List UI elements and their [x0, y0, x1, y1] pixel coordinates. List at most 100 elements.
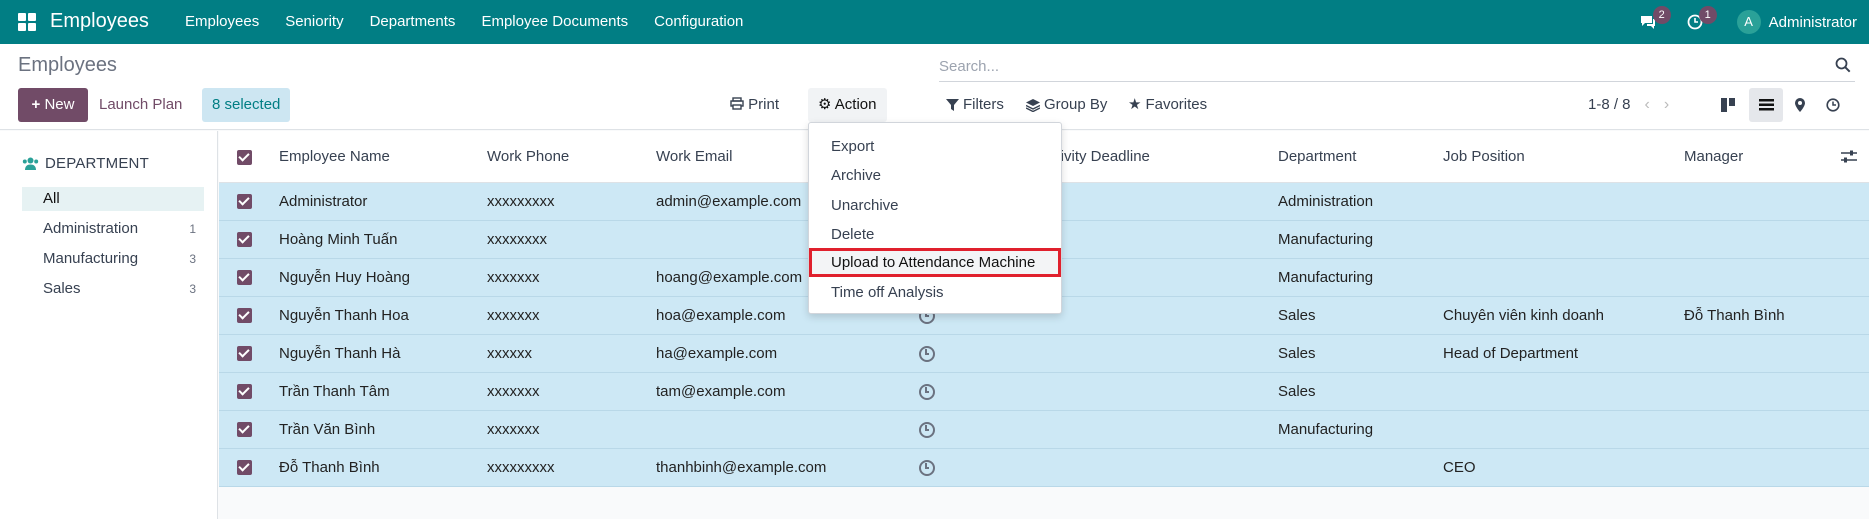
action-dropdown-menu: Export Archive Unarchive Delete Upload t…	[808, 122, 1062, 314]
systray: 2 1 A Administrator	[1609, 0, 1857, 44]
employee-name: Nguyễn Thanh Hà	[279, 345, 401, 362]
kanban-view-button[interactable]	[1711, 88, 1745, 122]
search-icon[interactable]	[1835, 57, 1851, 73]
filters-button[interactable]: Filters	[946, 88, 1004, 122]
menu-departments[interactable]: Departments	[357, 0, 469, 44]
layers-icon	[1026, 98, 1040, 112]
employee-name: Trần Văn Bình	[279, 421, 376, 438]
launch-plan-button[interactable]: Launch Plan	[99, 88, 182, 122]
sidebar-item-label: Manufacturing	[43, 250, 139, 267]
sidebar-item-label: Administration	[43, 220, 139, 237]
filters-label: Filters	[963, 96, 1004, 113]
department: Manufacturing	[1278, 231, 1374, 248]
table-row[interactable]: Trần Văn Bình xxxxxxx Manufacturing	[219, 411, 1869, 449]
pager-prev-icon[interactable]: ‹	[1645, 88, 1650, 122]
menu-item-export[interactable]: Export	[809, 132, 1061, 161]
new-button[interactable]: + New	[18, 88, 88, 122]
user-menu[interactable]: A Administrator	[1736, 0, 1857, 44]
pager: 1-8 / 8 ‹ ›	[1588, 88, 1669, 122]
action-button[interactable]: ⚙ Action	[808, 88, 887, 122]
menu-employees[interactable]: Employees	[172, 0, 272, 44]
row-checkbox[interactable]	[237, 194, 252, 209]
control-panel: Employees + New Launch Plan 8 selected P…	[0, 44, 1869, 130]
messages-tray[interactable]: 2	[1639, 0, 1671, 44]
row-checkbox[interactable]	[237, 308, 252, 323]
department: Manufacturing	[1278, 421, 1374, 438]
table-row[interactable]: Đỗ Thanh Bình xxxxxxxxx thanhbinh@exampl…	[219, 449, 1869, 487]
sidebar-item-count: 3	[189, 252, 196, 266]
activities-tray[interactable]: 1	[1687, 0, 1717, 44]
row-checkbox[interactable]	[237, 460, 252, 475]
sidebar-item-administration[interactable]: Administration 1	[22, 217, 204, 241]
employee-name: Hoàng Minh Tuấn	[279, 231, 398, 248]
sidebar-item-label: Sales	[43, 280, 81, 297]
menu-item-time-off-analysis[interactable]: Time off Analysis	[809, 278, 1061, 307]
row-checkbox[interactable]	[237, 346, 252, 361]
column-work-phone[interactable]: Work Phone	[487, 131, 569, 183]
selected-count[interactable]: 8 selected	[202, 88, 291, 122]
top-navbar: Employees Employees Seniority Department…	[0, 0, 1869, 44]
print-label: Print	[748, 96, 780, 113]
table-row[interactable]: Nguyễn Thanh Hà xxxxxx ha@example.com Sa…	[219, 335, 1869, 373]
avatar: A	[1736, 10, 1761, 34]
work-email: admin@example.com	[656, 193, 802, 210]
pager-value[interactable]: 1-8 / 8	[1588, 88, 1631, 122]
menu-item-archive[interactable]: Archive	[809, 161, 1061, 190]
menu-item-upload-attendance[interactable]: Upload to Attendance Machine	[809, 248, 1061, 277]
filter-icon	[946, 99, 959, 111]
menu-item-delete[interactable]: Delete	[809, 220, 1061, 249]
new-button-label: New	[44, 96, 75, 113]
activity-view-button[interactable]	[1816, 88, 1850, 122]
sidebar-item-all[interactable]: All	[22, 187, 204, 211]
pager-next-icon[interactable]: ›	[1664, 88, 1669, 122]
column-activity-deadline[interactable]: ctivity Deadline	[1049, 131, 1150, 183]
menu-configuration[interactable]: Configuration	[641, 0, 756, 44]
apps-menu-icon[interactable]	[18, 13, 36, 31]
work-email: tam@example.com	[656, 383, 786, 400]
activity-clock-icon[interactable]	[919, 460, 935, 476]
column-department[interactable]: Department	[1278, 131, 1356, 183]
sidebar-item-count: 3	[189, 282, 196, 296]
employee-name: Đỗ Thanh Bình	[279, 459, 380, 476]
activity-clock-icon[interactable]	[919, 384, 935, 400]
sidebar-item-sales[interactable]: Sales 3	[22, 277, 204, 301]
clock-icon	[1826, 98, 1840, 112]
group-by-button[interactable]: Group By	[1026, 88, 1107, 122]
select-all-checkbox[interactable]	[237, 150, 252, 165]
work-phone: xxxxxxx	[487, 269, 540, 286]
messages-badge: 2	[1652, 6, 1671, 24]
row-checkbox[interactable]	[237, 270, 252, 285]
print-button[interactable]: Print	[730, 88, 779, 122]
column-manager[interactable]: Manager	[1684, 131, 1743, 183]
map-view-button[interactable]	[1783, 88, 1817, 122]
row-checkbox[interactable]	[237, 384, 252, 399]
app-name[interactable]: Employees	[50, 10, 149, 33]
department-sidebar: DEPARTMENT All Administration 1 Manufact…	[0, 131, 218, 519]
favorites-button[interactable]: ★ Favorites	[1128, 88, 1207, 122]
sidebar-item-label: All	[43, 190, 60, 207]
work-phone: xxxxxxx	[487, 421, 540, 438]
row-checkbox[interactable]	[237, 232, 252, 247]
column-settings-icon[interactable]	[1841, 150, 1857, 164]
menu-item-unarchive[interactable]: Unarchive	[809, 191, 1061, 220]
sidebar-item-manufacturing[interactable]: Manufacturing 3	[22, 247, 204, 271]
users-icon	[22, 157, 39, 170]
search-bar	[939, 52, 1855, 82]
table-row[interactable]: Trần Thanh Tâm xxxxxxx tam@example.com S…	[219, 373, 1869, 411]
row-checkbox[interactable]	[237, 422, 252, 437]
column-job-position[interactable]: Job Position	[1443, 131, 1525, 183]
search-input[interactable]	[939, 52, 1819, 80]
menu-seniority[interactable]: Seniority	[272, 0, 356, 44]
page-title: Employees	[18, 54, 117, 76]
activity-clock-icon[interactable]	[919, 346, 935, 362]
job-position: CEO	[1443, 459, 1476, 476]
work-email: hoa@example.com	[656, 307, 786, 324]
column-employee-name[interactable]: Employee Name	[279, 131, 390, 183]
menu-employee-documents[interactable]: Employee Documents	[468, 0, 641, 44]
sidebar-header-label: DEPARTMENT	[45, 155, 149, 172]
work-phone: xxxxxxxxx	[487, 459, 555, 476]
department: Sales	[1278, 345, 1316, 362]
column-work-email[interactable]: Work Email	[656, 131, 732, 183]
list-view-button[interactable]	[1749, 88, 1783, 122]
activity-clock-icon[interactable]	[919, 422, 935, 438]
